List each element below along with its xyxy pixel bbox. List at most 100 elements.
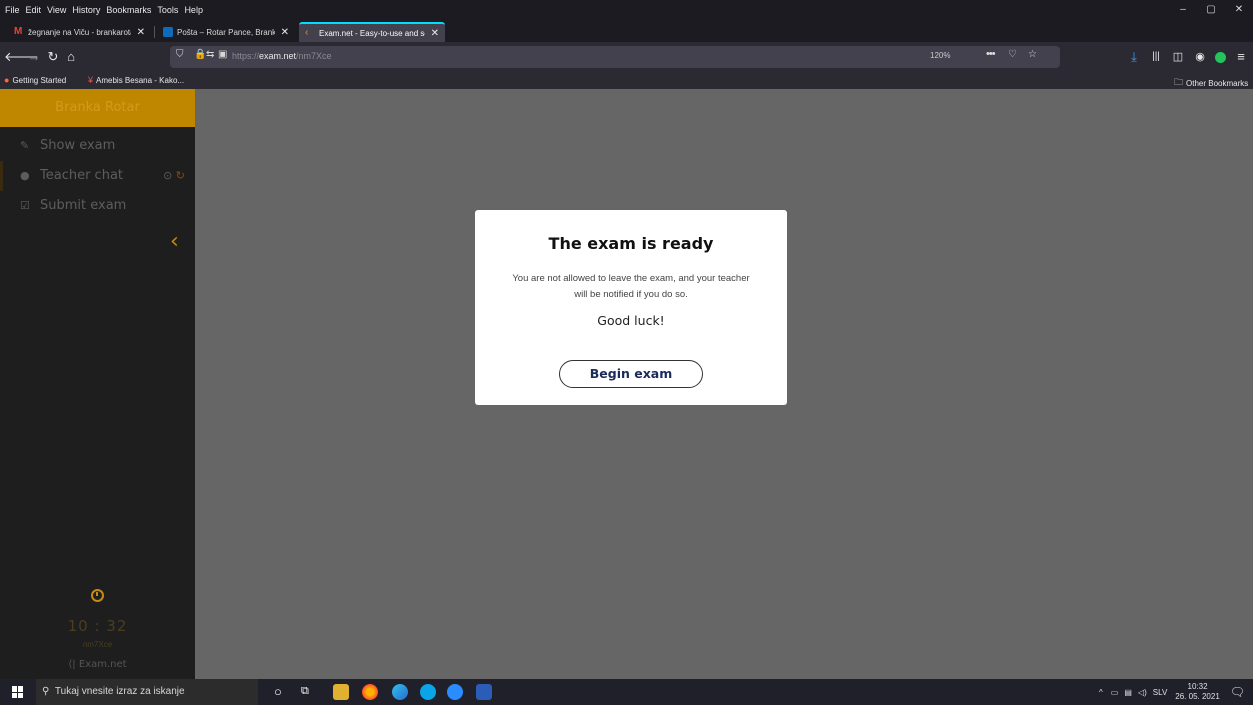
good-luck-text: Good luck!: [597, 313, 665, 328]
navigation-toolbar: 🡐 → ↻ ⌂ ⛉ 🔒 ⇆ ▣ https://exam.net/nm7Xce …: [0, 42, 1253, 72]
downloads-icon[interactable]: ⤓: [1126, 47, 1142, 67]
brand-name: Exam.net: [78, 659, 127, 670]
page-content: Branka Rotar ✎ Show exam ● Teacher chat ⊙ …: [0, 89, 1253, 679]
skype-icon[interactable]: [420, 684, 436, 700]
url-text[interactable]: https://exam.net/nm7Xce: [232, 51, 332, 61]
chat-icon: ●: [20, 169, 30, 182]
close-tab-icon[interactable]: ✕: [431, 28, 439, 39]
exam-ready-dialog: The exam is ready You are not allowed to…: [475, 210, 787, 405]
shield-icon[interactable]: ⛉: [176, 49, 184, 60]
tab-exam-net[interactable]: ‹ Exam.net - Easy-to-use and se ✕: [299, 22, 445, 42]
bookmark-star-icon[interactable]: ☆: [1028, 49, 1037, 60]
bookmark-label: Amebis Besana - Kako...: [96, 75, 185, 85]
url-domain: exam.net: [259, 51, 297, 61]
chat-status-icons: ⊙ ↻: [163, 161, 185, 191]
home-icon[interactable]: ⌂: [62, 47, 80, 67]
window-controls: – ▢ ✕: [1169, 0, 1253, 20]
taskbar-search[interactable]: ⚲ Tukaj vnesite izraz za iskanje: [36, 679, 258, 705]
exam-net-logo: ⟨| Exam.net: [0, 659, 195, 670]
lock-icon[interactable]: 🔒: [194, 49, 206, 60]
hamburger-menu-icon[interactable]: ≡: [1233, 47, 1249, 67]
task-view-icon[interactable]: ⧉: [301, 685, 309, 698]
collapse-sidebar-icon[interactable]: ‹: [170, 229, 179, 254]
permissions-icon[interactable]: ⇆: [206, 49, 214, 60]
windows-start-icon[interactable]: [12, 686, 24, 698]
target-icon: ⊙: [163, 169, 173, 182]
sidebar-item-submit-exam[interactable]: ☑ Submit exam: [0, 191, 195, 221]
sidebar-item-teacher-chat[interactable]: ● Teacher chat ⊙ ↻: [0, 161, 195, 191]
pocket-icon[interactable]: ♡: [1008, 49, 1017, 60]
extension-icon[interactable]: [1212, 47, 1228, 67]
maximize-button[interactable]: ▢: [1197, 0, 1225, 20]
battery-icon[interactable]: ▭: [1111, 688, 1119, 697]
search-icon: ⚲: [42, 686, 50, 697]
edit-icon: ✎: [20, 139, 30, 152]
firefox-icon: ●: [4, 75, 10, 85]
volume-icon[interactable]: ◁): [1138, 688, 1147, 697]
checkbox-icon: ☑: [20, 199, 30, 212]
system-tray: ^ ▭ ▤ ◁) SLV 10:32 26. 05. 2021 🗨: [1099, 679, 1253, 705]
word-icon[interactable]: [476, 684, 492, 700]
cortana-icon[interactable]: ○: [274, 684, 282, 699]
library-icon[interactable]: |||: [1148, 47, 1164, 67]
dialog-message: You are not allowed to leave the exam, a…: [512, 273, 750, 300]
sidebar-item-label: Submit exam: [40, 198, 127, 213]
account-icon[interactable]: ◉: [1192, 47, 1208, 67]
close-window-button[interactable]: ✕: [1225, 0, 1253, 20]
network-icon[interactable]: ▤: [1124, 688, 1132, 697]
reload-icon[interactable]: ↻: [44, 47, 62, 67]
url-path: /nm7Xce: [296, 51, 332, 61]
windows-taskbar: ⚲ Tukaj vnesite izraz za iskanje ○ ⧉ ^ ▭…: [0, 679, 1253, 705]
minimize-button[interactable]: –: [1169, 0, 1197, 20]
menu-tools[interactable]: Tools: [157, 5, 178, 15]
firefox-taskbar-icon[interactable]: [362, 684, 378, 700]
url-scheme: https://: [232, 51, 260, 61]
sidebar-toggle-icon[interactable]: ◫: [1170, 47, 1186, 67]
zoom-icon[interactable]: [447, 684, 463, 700]
notifications-icon[interactable]: 🗨: [1230, 685, 1245, 699]
tab-title: žegnanje na Viču - brankarotar: [28, 27, 131, 37]
close-tab-icon[interactable]: ✕: [281, 27, 289, 38]
tab-title: Pošta – Rotar Pance, Branka –: [177, 27, 275, 37]
screen-share-icon[interactable]: ▣: [218, 49, 227, 60]
clock[interactable]: 10:32 26. 05. 2021: [1175, 682, 1219, 702]
begin-exam-button[interactable]: Begin exam: [559, 360, 703, 388]
file-explorer-icon[interactable]: [333, 684, 349, 700]
exam-net-icon: ‹: [305, 27, 309, 38]
refresh-icon: ↻: [175, 169, 185, 182]
close-tab-icon[interactable]: ✕: [137, 27, 145, 38]
edge-icon[interactable]: [392, 684, 408, 700]
input-language[interactable]: SLV: [1153, 688, 1168, 697]
menu-file[interactable]: File: [5, 5, 20, 15]
exam-code: nm7Xce: [82, 640, 113, 649]
menu-help[interactable]: Help: [184, 5, 203, 15]
menu-bar: File Edit View History Bookmarks Tools H…: [0, 0, 1253, 20]
gmail-icon: M: [14, 26, 23, 37]
exam-timer: 10 : 32: [67, 617, 128, 635]
amebis-icon: ¥: [88, 75, 94, 85]
bookmark-label: Other Bookmarks: [1186, 78, 1249, 88]
search-placeholder: Tukaj vnesite izraz za iskanje: [54, 686, 185, 697]
menu-view[interactable]: View: [47, 5, 66, 15]
bookmarks-bar: ● Getting Started ¥ Amebis Besana - Kako…: [0, 72, 1253, 89]
tab-separator: [154, 26, 155, 38]
logo-icon: ⟨|: [68, 659, 76, 670]
menu-bookmarks[interactable]: Bookmarks: [106, 5, 151, 15]
dialog-title: The exam is ready: [548, 234, 714, 253]
zoom-level[interactable]: 120%: [930, 51, 950, 60]
menu-history[interactable]: History: [72, 5, 100, 15]
tab-gmail[interactable]: M žegnanje na Viču - brankarotar ✕: [8, 22, 151, 42]
show-hidden-icons-icon[interactable]: ^: [1099, 688, 1103, 697]
url-bar[interactable]: ⛉ 🔒 ⇆ ▣ https://exam.net/nm7Xce 120% •••…: [170, 46, 1060, 68]
more-actions-icon[interactable]: •••: [986, 48, 996, 60]
bookmark-getting-started[interactable]: ● Getting Started: [4, 75, 66, 85]
tab-outlook[interactable]: Pošta – Rotar Pance, Branka – ✕: [157, 22, 295, 42]
back-icon[interactable]: 🡐: [4, 47, 39, 67]
outlook-icon: [163, 27, 173, 37]
forward-icon[interactable]: →: [25, 47, 43, 67]
sidebar-item-label: Show exam: [40, 138, 116, 153]
sidebar-item-show-exam[interactable]: ✎ Show exam: [0, 131, 195, 161]
user-name: Branka Rotar: [0, 89, 195, 127]
menu-edit[interactable]: Edit: [26, 5, 42, 15]
bookmark-amebis[interactable]: ¥ Amebis Besana - Kako...: [88, 75, 184, 85]
